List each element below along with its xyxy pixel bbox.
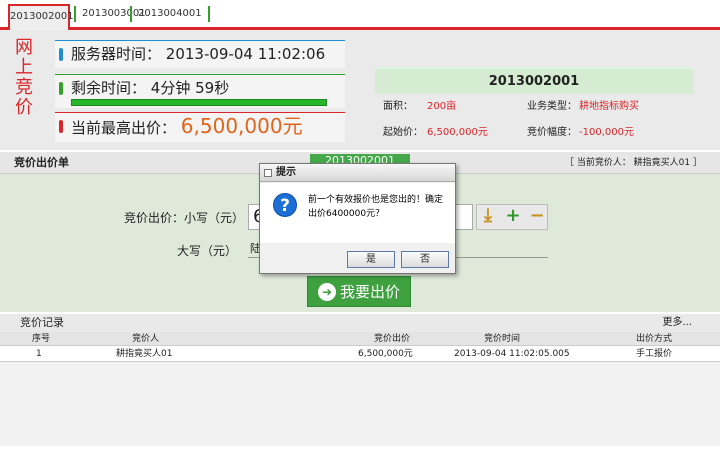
start-price-value: 6,500,000元 [427, 127, 488, 138]
tab-2013004001[interactable]: 2013004001 [130, 6, 210, 22]
row-bidder: 耕指竟买人01 [116, 349, 173, 359]
download-icon[interactable]: ⤓ [478, 205, 498, 227]
records-title: 竞价记录 [20, 316, 64, 329]
type-label: 业务类型： [527, 101, 577, 112]
records-columns: 序号 竞价人 竞价出价 竞价时间 出价方式 [0, 332, 720, 346]
remaining-progress-bar [71, 99, 327, 106]
col-bidder: 竞价人 [132, 334, 160, 344]
row-method: 手工报价 [636, 349, 673, 359]
row-seq: 1 [36, 349, 42, 359]
col-time: 竞价时间 [484, 334, 521, 344]
minus-icon[interactable]: − [527, 205, 547, 227]
side-title: 网上竞价 [15, 37, 33, 118]
auction-info-panel: 网上竞价 服务器时间： 2013-09-04 11:02:06 剩余时间： 4分… [0, 30, 720, 164]
bid-records: 竞价记录 更多... 序号 竞价人 竞价出价 竞价时间 出价方式 1 耕指竟买人… [0, 314, 720, 450]
start-price-label: 起始价： [383, 127, 423, 138]
blue-bullet-icon [59, 48, 63, 61]
tab-2013002001[interactable]: 2013002001 [8, 4, 74, 30]
records-header: 竞价记录 更多... [0, 314, 720, 332]
current-bidder: ［ 当前竞价人： 耕指竟买人01 ］ [564, 158, 702, 168]
highest-bid-row: 当前最高出价： 6,500,000元 [55, 112, 345, 142]
confirm-dialog: 提示 ? 前一个有效报价也是您出的！确定出价6400000元？ 是 否 [259, 163, 456, 274]
no-button[interactable]: 否 [401, 251, 449, 268]
step-value: -100,000元 [579, 127, 634, 138]
detail-row-price: 起始价： 6,500,000元 竞价幅度： -100,000元 [375, 120, 693, 146]
bid-form-title: 竞价出价单 [14, 156, 69, 169]
submit-bid-button[interactable]: ➜ 我要出价 [307, 276, 411, 307]
col-price: 竞价出价 [374, 334, 411, 344]
plus-icon[interactable]: + [503, 205, 523, 227]
yes-button[interactable]: 是 [347, 251, 395, 268]
dialog-title: 提示 [276, 167, 296, 178]
remaining-time-row: 剩余时间： 4分钟 59秒 [55, 74, 345, 108]
arrow-right-icon: ➜ [318, 283, 336, 301]
step-label: 竞价幅度： [527, 127, 577, 138]
highest-value: 6,500,000元 [180, 114, 303, 138]
dialog-body: ? 前一个有效报价也是您出的！确定出价6400000元？ [260, 183, 455, 243]
area-label: 面积： [383, 101, 413, 112]
big-amount-label: 大写（元） [177, 244, 238, 258]
row-time: 2013-09-04 11:02:05.005 [454, 349, 570, 359]
highest-label: 当前最高出价： [71, 119, 177, 137]
tab-bar: 2013002001 2013003001 2013004001 [0, 0, 720, 30]
more-link[interactable]: 更多... [662, 314, 692, 332]
submit-bid-label: 我要出价 [339, 283, 400, 301]
remaining-value: 4分钟 59秒 [150, 79, 230, 97]
row-price: 6,500,000元 [358, 349, 413, 359]
dialog-window-icon [264, 169, 272, 177]
remaining-label: 剩余时间： [71, 79, 147, 97]
detail-row-area: 面积： 200亩 业务类型： 耕地指标购买 [375, 94, 693, 120]
server-time-value: 2013-09-04 11:02:06 [165, 45, 326, 63]
dialog-message: 前一个有效报价也是您出的！确定出价6400000元？ [308, 195, 444, 219]
small-amount-label: 竞价出价：小写（元） [124, 211, 245, 225]
table-row: 1 耕指竟买人01 6,500,000元 2013-09-04 11:02:05… [0, 346, 720, 362]
lot-code: 2013002001 [375, 68, 693, 94]
dialog-titlebar: 提示 [260, 164, 455, 182]
area-value: 200亩 [427, 101, 457, 112]
server-time-label: 服务器时间： [71, 45, 162, 63]
green-bullet-icon [59, 82, 63, 95]
col-method: 出价方式 [636, 334, 673, 344]
records-empty-area [0, 362, 720, 446]
server-time-row: 服务器时间： 2013-09-04 11:02:06 [55, 40, 345, 68]
red-bullet-icon [59, 120, 63, 133]
col-seq: 序号 [32, 334, 51, 344]
type-value: 耕地指标购买 [579, 101, 639, 112]
question-icon: ? [273, 193, 297, 217]
